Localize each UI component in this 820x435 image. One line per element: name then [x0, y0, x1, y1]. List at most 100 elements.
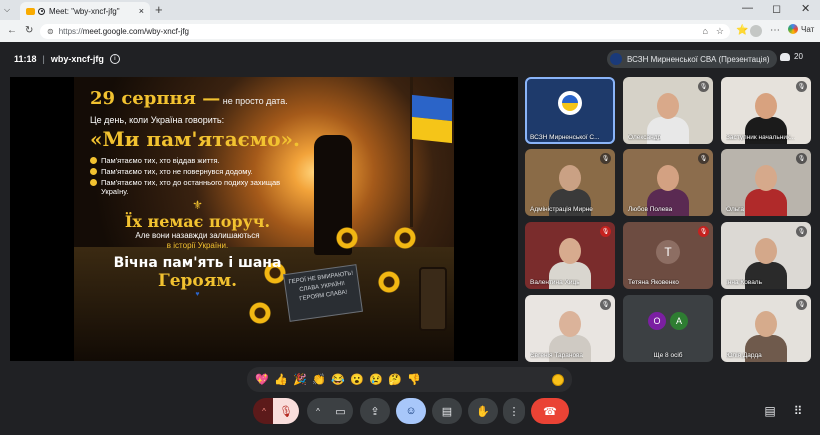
participant-tile[interactable]: T 🎙 Тетяна Яковенко — [623, 222, 713, 289]
more-reactions-icon[interactable] — [552, 373, 564, 386]
url-scheme: https:// — [58, 27, 83, 36]
new-tab-button[interactable]: + — [155, 3, 163, 17]
present-button[interactable]: ⇪ — [360, 398, 390, 424]
participant-name: Тетяна Яковенко — [628, 279, 679, 286]
meeting-time: 11:18 — [14, 54, 37, 64]
reaction-emoji-button[interactable]: 👍 — [274, 373, 288, 386]
slide-bullet: Пам'ятаємо тих, хто віддав життя. — [90, 156, 305, 165]
participant-head — [559, 165, 581, 191]
organization-logo-icon — [558, 91, 582, 115]
presenter-chip[interactable]: ВСЗН Мирненської СВА (Презентація) — [607, 50, 778, 68]
muted-mic-icon: 🎙 — [698, 81, 709, 92]
tab-title: Meet: "wby-xncf-jfg" — [49, 6, 120, 16]
url-text: meet.google.com/wby-xncf-jfg — [82, 27, 189, 36]
participant-tile[interactable]: 🎙 Ольга — [721, 149, 811, 216]
reaction-emoji-button[interactable]: 😂 — [331, 373, 345, 386]
mic-options-button[interactable]: ^ — [253, 398, 275, 424]
camera-options-button[interactable]: ^ — [307, 398, 329, 424]
raise-hand-button[interactable]: ✋ — [468, 398, 498, 424]
back-icon[interactable]: ← — [7, 25, 17, 36]
chat-icon: ▤ — [764, 404, 776, 418]
profile-avatar[interactable] — [750, 25, 762, 37]
slide-date: 29 серпня — не просто дата. — [90, 88, 288, 109]
participant-tile[interactable]: 🎙 Олександр — [623, 77, 713, 144]
copilot-chat-button[interactable]: Чат — [788, 24, 814, 34]
people-icon — [780, 52, 790, 61]
sunflower-icon — [249, 302, 271, 324]
muted-mic-icon: 🎙 — [796, 153, 807, 164]
participant-head — [657, 165, 679, 191]
emoji-icon: ☺ — [405, 405, 417, 417]
address-bar[interactable]: ⊜ https:// meet.google.com/wby-xncf-jfg … — [40, 24, 730, 39]
tab-list-button[interactable]: ⌵ — [4, 5, 10, 15]
tab-close-icon[interactable]: × — [139, 6, 144, 16]
presenter-logo — [610, 53, 622, 65]
favorites-icon[interactable]: ⭐ — [736, 25, 748, 36]
browser-tab[interactable]: Meet: "wby-xncf-jfg" × — [20, 2, 150, 20]
info-icon[interactable]: i — [109, 54, 120, 64]
participant-tile[interactable]: 🎙 Заступник начальник... — [721, 77, 811, 144]
reaction-emoji-button[interactable]: 😮 — [350, 373, 364, 386]
participant-tile[interactable]: 🎙 Валентина Хиць — [525, 222, 615, 289]
flag-yellow — [412, 116, 452, 144]
browser-menu-icon[interactable]: ⋯ — [770, 25, 780, 36]
participant-tile[interactable]: O A Ще 8 осіб — [623, 295, 713, 362]
reaction-emoji-button[interactable]: 🤔 — [388, 373, 402, 386]
camera-toggle-button[interactable]: ▭ — [328, 398, 353, 424]
participants-button[interactable]: 20 — [780, 52, 803, 61]
participant-avatar: T — [656, 240, 680, 264]
participant-name: Валентина Хиць — [530, 279, 580, 286]
maximize-button[interactable]: ◻ — [772, 2, 781, 15]
participant-head — [755, 93, 777, 119]
browser-chrome: ⌵ Meet: "wby-xncf-jfg" × + — ◻ ✕ ← ↻ ⊜ h… — [0, 0, 820, 42]
close-window-button[interactable]: ✕ — [801, 2, 810, 15]
reaction-emoji-button[interactable]: 👏 — [312, 373, 326, 386]
sunflower-bullet-icon — [90, 157, 97, 164]
minimize-button[interactable]: — — [742, 2, 753, 14]
reaction-emoji-button[interactable]: 🎉 — [293, 373, 307, 386]
participant-name: Ще 8 осіб — [653, 352, 683, 359]
reaction-emoji-button[interactable]: 💖 — [255, 373, 269, 386]
bookmark-star-icon[interactable]: ☆ — [716, 26, 724, 37]
site-info-icon[interactable]: ⊜ — [47, 27, 54, 36]
chat-panel-button[interactable]: ▤ — [757, 398, 783, 424]
participant-tile[interactable]: ВСЗН Мирненської С... — [525, 77, 615, 144]
activities-icon: ⠿ — [793, 404, 803, 418]
reaction-emoji-button[interactable]: 😢 — [369, 373, 383, 386]
participant-body — [745, 189, 787, 216]
camera-icon: ▭ — [335, 405, 346, 418]
activities-button[interactable]: ⠿ — [785, 398, 811, 424]
control-bar: ^ 🎙 ^ ▭ ⇪ ☺ ▤ ✋ ⋮ ☎ — [250, 398, 570, 428]
meeting-info: 11:18 | wby-xncf-jfg i — [14, 54, 120, 64]
hang-up-icon: ☎ — [543, 405, 557, 418]
slide-bullet: Пам'ятаємо тих, хто не повернувся додому… — [90, 167, 305, 176]
emoji-button[interactable]: ☺ — [396, 398, 426, 424]
more-options-button[interactable]: ⋮ — [503, 398, 525, 424]
reload-icon[interactable]: ↻ — [25, 25, 33, 36]
leave-call-button[interactable]: ☎ — [531, 398, 569, 424]
participant-tile[interactable]: 🎙 Юлія Дарда — [721, 295, 811, 362]
participant-tile[interactable]: 🎙 Євгенія Таранова — [525, 295, 615, 362]
participant-tile[interactable]: 🎙 Любов Полева — [623, 149, 713, 216]
hand-icon: ✋ — [476, 405, 490, 418]
meet-window: 11:18 | wby-xncf-jfg i ВСЗН Мирненської … — [0, 42, 820, 435]
slide-bullet: Пам'ятаємо тих, хто до останнього подиху… — [90, 178, 305, 196]
participant-name: Адміністрація Мирне — [530, 206, 593, 213]
sunflower-icon — [336, 227, 358, 249]
camera-indicator-icon[interactable]: ⌂ — [702, 26, 707, 37]
participant-name: Олександр — [628, 134, 662, 141]
lantern — [419, 267, 447, 331]
slide-line2: Це день, коли Україна говорить: — [90, 115, 225, 125]
participant-head — [755, 238, 777, 264]
tab-strip: ⌵ Meet: "wby-xncf-jfg" × + — ◻ ✕ — [0, 0, 820, 20]
reaction-emoji-button[interactable]: 👎 — [407, 373, 421, 386]
participant-tile[interactable]: 🎙 Інна Коваль — [721, 222, 811, 289]
mic-toggle-button[interactable]: 🎙 — [273, 398, 299, 424]
captions-button[interactable]: ▤ — [432, 398, 462, 424]
slide-absent: Їх немає поруч. — [124, 212, 271, 231]
present-screen-icon: ⇪ — [370, 405, 380, 418]
overflow-avatars: OA — [648, 312, 688, 330]
heart-icon: ♥ — [195, 291, 200, 298]
participant-name: Любов Полева — [628, 206, 673, 213]
participant-tile[interactable]: 🎙 Адміністрація Мирне — [525, 149, 615, 216]
